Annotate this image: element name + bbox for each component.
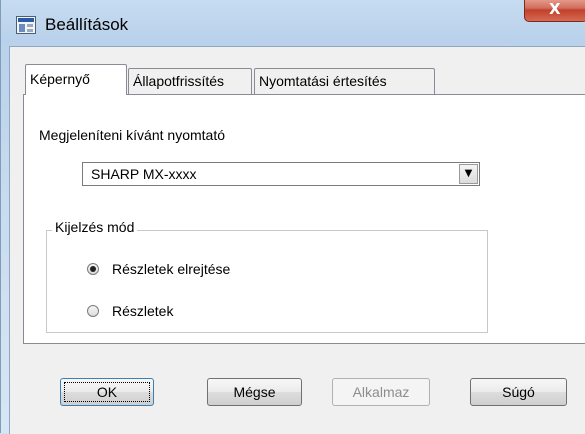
chevron-down-icon[interactable]: ▼ xyxy=(459,164,478,184)
radio-hide-details-label[interactable]: Részletek elrejtése xyxy=(112,261,230,277)
ok-button[interactable]: OK xyxy=(60,378,154,406)
settings-window: Beállítások X Képernyő Állapotfrissítés … xyxy=(0,0,585,434)
settings-window-icon xyxy=(16,16,36,34)
apply-button[interactable]: Alkalmaz xyxy=(332,378,430,406)
printer-label: Megjeleníteni kívánt nyomtató xyxy=(39,127,225,143)
radio-details-label[interactable]: Részletek xyxy=(112,303,173,319)
tab-print-notification[interactable]: Nyomtatási értesítés xyxy=(254,68,435,94)
radio-button-checked[interactable] xyxy=(87,263,99,275)
help-button[interactable]: Súgó xyxy=(470,378,567,406)
display-mode-legend: Kijelzés mód xyxy=(52,219,138,235)
ok-button-label: OK xyxy=(64,382,150,402)
radio-button-unchecked[interactable] xyxy=(87,305,99,317)
cancel-button[interactable]: Mégse xyxy=(207,378,302,406)
close-icon: X xyxy=(549,0,561,18)
printer-select-value: SHARP MX-xxxx xyxy=(91,166,197,182)
tab-status-update[interactable]: Állapotfrissítés xyxy=(128,68,252,94)
window-title: Beállítások xyxy=(45,15,129,34)
close-button[interactable]: X xyxy=(524,0,585,22)
printer-select[interactable]: SHARP MX-xxxx ▼ xyxy=(82,162,480,186)
tab-display[interactable]: Képernyő xyxy=(25,64,127,95)
title-bar[interactable]: Beállítások X xyxy=(1,0,585,46)
dialog-client-area: Képernyő Állapotfrissítés Nyomtatási ért… xyxy=(9,46,585,434)
